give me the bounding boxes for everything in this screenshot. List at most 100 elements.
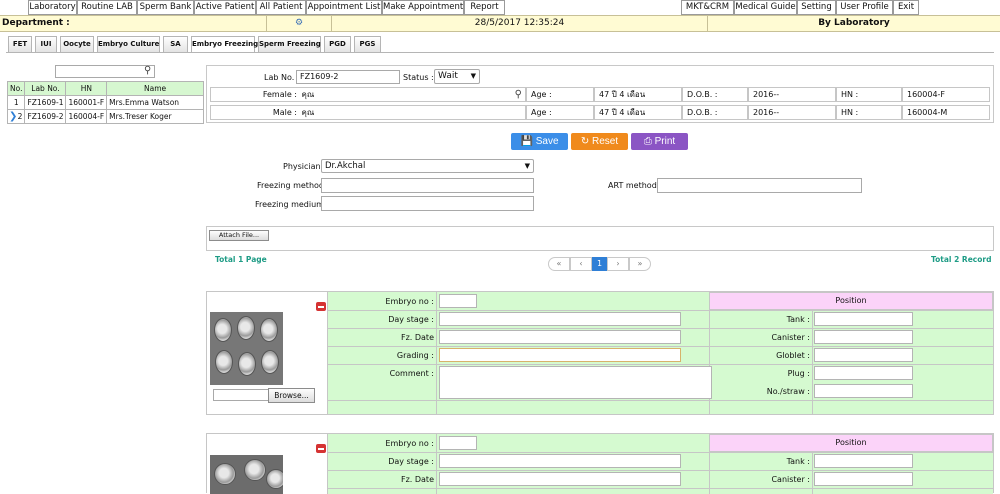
menu-medical-guide[interactable]: Medical Guide	[734, 0, 797, 15]
canister-label: Canister :	[771, 475, 810, 484]
female-age: 47 ปี 4 เดือน	[594, 87, 682, 102]
fz-date-input[interactable]	[439, 330, 681, 344]
tab-pgs[interactable]: PGS	[354, 36, 381, 52]
save-label: Save	[535, 136, 559, 147]
reset-button[interactable]: ↻ Reset	[571, 133, 628, 150]
total-record-label: Total 2 Record	[931, 255, 992, 264]
status-select[interactable]: Wait ▼	[434, 69, 480, 84]
position-header: Position	[709, 292, 993, 310]
tab-fet[interactable]: FET	[8, 36, 32, 52]
comment-textarea[interactable]	[439, 366, 712, 399]
physician-select[interactable]: Dr.Akchal ▼	[321, 159, 534, 173]
total-page-label: Total 1 Page	[215, 255, 267, 264]
embryo-no-input[interactable]	[439, 436, 477, 450]
freezing-method-label: Freezing method :	[257, 181, 330, 190]
attach-panel: Attach File...	[206, 226, 994, 251]
delete-icon[interactable]	[316, 444, 326, 453]
patient-list-table: No. Lab No. HN Name 1 FZ1609-1 160001-F …	[6, 81, 204, 124]
menu-exit[interactable]: Exit	[893, 0, 919, 15]
table-row[interactable]: 1 FZ1609-1 160001-F Mrs.Emma Watson	[6, 95, 204, 110]
print-icon: ⎙	[643, 136, 652, 147]
top-menu-bar: Laboratory Routine LAB Sperm Bank Active…	[0, 0, 1000, 15]
browse-button[interactable]: Browse...	[268, 388, 315, 403]
lab-no-input[interactable]: FZ1609-2	[296, 70, 400, 84]
day-stage-label: Day stage :	[388, 315, 434, 324]
canister-input[interactable]	[814, 472, 913, 486]
day-stage-label: Day stage :	[388, 457, 434, 466]
list-header-name: Name	[106, 81, 204, 96]
male-age-label: Age :	[526, 105, 594, 120]
attach-file-button[interactable]: Attach File...	[209, 230, 269, 241]
next-page-button[interactable]: ›	[607, 257, 629, 271]
tab-sa[interactable]: SA	[163, 36, 188, 52]
grading-input[interactable]	[439, 348, 681, 362]
straw-label: No./straw :	[766, 387, 810, 396]
menu-appointment-list[interactable]: Appointment List	[306, 0, 382, 15]
menu-user-profile[interactable]: User Profile	[836, 0, 893, 15]
tank-input[interactable]	[814, 454, 913, 468]
row-lab-no: FZ1609-2	[24, 109, 67, 124]
embryo-no-input[interactable]	[439, 294, 477, 308]
menu-make-appointment[interactable]: Make Appointment	[382, 0, 464, 15]
freezing-method-input[interactable]	[321, 178, 534, 193]
tab-embryo-culture[interactable]: Embryo Culture	[97, 36, 160, 52]
datetime-display: 28/5/2017 12:35:24	[332, 16, 708, 32]
art-method-input[interactable]	[657, 178, 862, 193]
day-stage-input[interactable]	[439, 454, 681, 468]
freezing-medium-input[interactable]	[321, 196, 534, 211]
first-page-button[interactable]: «	[548, 257, 570, 271]
tab-divider	[6, 52, 994, 53]
tab-embryo-freezing[interactable]: Embryo Freezing	[191, 36, 258, 53]
page-1-button[interactable]: 1	[592, 257, 607, 271]
tab-iui[interactable]: IUI	[35, 36, 57, 52]
embryo-no-label: Embryo no :	[385, 439, 434, 448]
straw-input[interactable]	[814, 384, 913, 398]
prev-page-button[interactable]: ‹	[570, 257, 592, 271]
search-icon[interactable]: ⚲	[144, 65, 151, 76]
last-page-button[interactable]: »	[629, 257, 651, 271]
day-stage-input[interactable]	[439, 312, 681, 326]
male-dob-label: D.O.B. :	[682, 105, 748, 120]
tab-oocyte[interactable]: Oocyte	[60, 36, 94, 52]
female-hn: 160004-F	[902, 87, 990, 102]
search-input[interactable]	[55, 65, 155, 78]
tank-label: Tank :	[786, 315, 810, 324]
menu-laboratory[interactable]: Laboratory	[28, 0, 77, 15]
plug-input[interactable]	[814, 366, 913, 380]
art-method-label: ART method :	[608, 181, 663, 190]
tab-pgd[interactable]: PGD	[324, 36, 351, 52]
users-icon[interactable]: ⚙	[267, 16, 332, 32]
tab-sperm-freezing[interactable]: Sperm Freezing	[258, 36, 321, 52]
canister-input[interactable]	[814, 330, 913, 344]
menu-report[interactable]: Report	[464, 0, 505, 15]
search-icon[interactable]: ⚲	[515, 88, 522, 101]
table-row[interactable]: ❯ 2 FZ1609-2 160004-F Mrs.Treser Koger	[6, 109, 204, 124]
row-name: Mrs.Treser Koger	[106, 109, 204, 124]
save-button[interactable]: 💾 Save	[511, 133, 568, 150]
menu-all-patient[interactable]: All Patient	[256, 0, 306, 15]
refresh-icon: ↻	[580, 136, 590, 147]
male-name: คุณ	[301, 108, 315, 117]
chevron-down-icon: ▼	[524, 162, 530, 170]
menu-sperm-bank[interactable]: Sperm Bank	[137, 0, 194, 15]
menu-setting[interactable]: Setting	[797, 0, 836, 15]
print-button[interactable]: ⎙ Print	[631, 133, 688, 150]
female-age-label: Age :	[526, 87, 594, 102]
goblet-input[interactable]	[814, 348, 913, 362]
embryo-image	[210, 312, 283, 385]
tank-input[interactable]	[814, 312, 913, 326]
save-icon: 💾	[520, 136, 533, 147]
physician-label: Physician :	[283, 162, 326, 171]
department-bar: Department : ⚙ 28/5/2017 12:35:24 By Lab…	[0, 15, 1000, 32]
row-name: Mrs.Emma Watson	[106, 95, 204, 110]
status-value: Wait	[438, 71, 458, 81]
file-path-input[interactable]	[213, 389, 271, 401]
delete-icon[interactable]	[316, 302, 326, 311]
status-label: Status :	[403, 73, 434, 82]
menu-routine-lab[interactable]: Routine LAB	[77, 0, 137, 15]
position-header: Position	[709, 434, 993, 452]
menu-mkt-crm[interactable]: MKT&CRM	[681, 0, 734, 15]
menu-active-patient[interactable]: Active Patient	[194, 0, 256, 15]
grading-label: Grading :	[396, 351, 434, 360]
fz-date-input[interactable]	[439, 472, 681, 486]
